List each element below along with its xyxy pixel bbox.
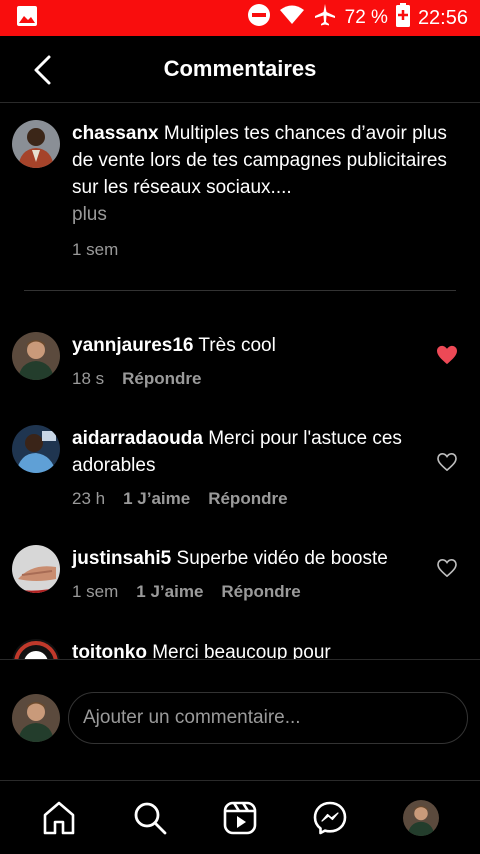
- back-icon: [34, 55, 51, 85]
- messenger-icon: [314, 801, 347, 835]
- avatar[interactable]: [12, 545, 60, 593]
- reply-button[interactable]: Répondre: [208, 489, 287, 509]
- header: Commentaires: [0, 36, 480, 103]
- comment-text: Superbe vidéo de booste: [176, 548, 388, 569]
- like-button[interactable]: [434, 555, 460, 581]
- divider: [24, 290, 456, 291]
- nav-messenger[interactable]: [308, 796, 352, 840]
- heart-icon: [437, 559, 457, 577]
- reels-icon: [223, 801, 257, 835]
- comment-username[interactable]: aidarradaouda: [72, 428, 203, 449]
- dnd-icon: [247, 3, 271, 33]
- heart-icon: [437, 345, 457, 365]
- nav-profile[interactable]: [399, 796, 443, 840]
- wifi-icon: [279, 4, 305, 32]
- likes-count[interactable]: 1 J’aime: [136, 582, 203, 602]
- comment-composer: [0, 659, 480, 781]
- search-icon: [134, 802, 166, 835]
- heart-icon: [437, 453, 457, 471]
- comment-input[interactable]: [68, 692, 468, 744]
- avatar[interactable]: [12, 332, 60, 380]
- like-button[interactable]: [434, 449, 460, 475]
- clock: 22:56: [417, 6, 468, 29]
- more-link[interactable]: plus: [72, 201, 452, 228]
- status-bar: 72 % 22:56: [0, 0, 480, 36]
- back-button[interactable]: [24, 52, 60, 88]
- post-caption: chassanx Multiples tes chances d’avoir p…: [12, 120, 468, 260]
- battery-icon: [395, 3, 410, 33]
- nav-home[interactable]: [37, 796, 81, 840]
- avatar[interactable]: [12, 425, 60, 473]
- like-button[interactable]: [434, 342, 460, 368]
- comment-text: Merci beaucoup pour: [152, 642, 331, 659]
- comment-username[interactable]: justinsahi5: [72, 548, 171, 569]
- avatar[interactable]: [12, 120, 60, 168]
- comment-text: Très cool: [198, 335, 276, 356]
- comment-row: yannjaures16 Très cool 18 s Répondre: [12, 332, 468, 389]
- comment-time: 23 h: [72, 489, 106, 508]
- comment-username[interactable]: yannjaures16: [72, 335, 193, 356]
- caption-username[interactable]: chassanx: [72, 123, 159, 144]
- home-icon: [43, 801, 75, 835]
- comment-username[interactable]: toitonko: [72, 642, 147, 659]
- avatar[interactable]: [12, 639, 60, 659]
- comment-time: 18 s: [72, 369, 105, 388]
- comment-row: justinsahi5 Superbe vidéo de booste 1 se…: [12, 545, 468, 602]
- battery-level: 72 %: [344, 7, 388, 28]
- nav-reels[interactable]: [218, 796, 262, 840]
- airplane-icon: [313, 3, 337, 33]
- avatar[interactable]: [12, 694, 60, 742]
- caption-time: 1 sem: [72, 240, 119, 259]
- nav-search[interactable]: [128, 796, 172, 840]
- comment-row: aidarradaouda Merci pour l'astuce ces ad…: [12, 425, 468, 509]
- comment-time: 1 sem: [72, 582, 119, 601]
- reply-button[interactable]: Répondre: [122, 369, 201, 389]
- avatar: [402, 800, 439, 836]
- partial-comment: toitonko Merci beaucoup pour: [0, 635, 480, 659]
- bottom-nav: [0, 782, 480, 854]
- likes-count[interactable]: 1 J’aime: [123, 489, 190, 509]
- reply-button[interactable]: Répondre: [221, 582, 300, 602]
- page-title: Commentaires: [163, 56, 317, 81]
- gallery-icon: [16, 5, 38, 32]
